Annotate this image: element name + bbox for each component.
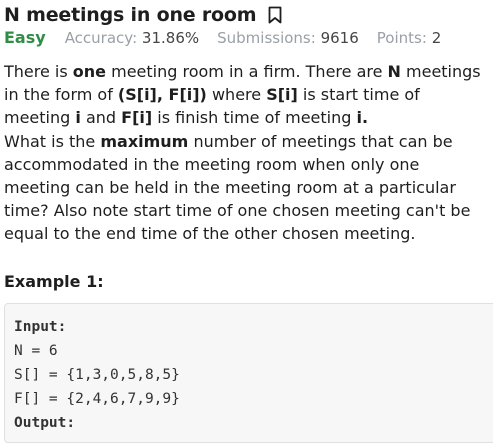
points-value: 2	[431, 29, 442, 47]
submissions-value: 9616	[320, 29, 359, 47]
problem-header: N meetings in one room Easy Accuracy: 31…	[4, 2, 490, 50]
text-bold: F[i]	[121, 108, 153, 128]
text-bold: (S[i], F[i])	[117, 85, 207, 105]
points-stat: Points: 2	[377, 29, 441, 47]
accuracy-value: 31.86%	[141, 29, 200, 47]
example-line: S[] = {1,3,0,5,8,5}	[14, 367, 180, 383]
accuracy-stat: Accuracy: 31.86%	[65, 29, 199, 47]
description-paragraph-2: What is the maximum number of meetings t…	[4, 130, 490, 246]
points-label: Points:	[376, 29, 427, 47]
example-code-block: Input: N = 6 S[] = {1,3,0,5,8,5} F[] = {2,4…	[4, 303, 493, 443]
text-bold: one	[72, 62, 107, 81]
text-bold: i.	[356, 108, 369, 128]
description-paragraph-1: There is one meeting room in a firm. The…	[4, 60, 490, 130]
example-title: Example 1:	[4, 272, 104, 291]
submissions-stat: Submissions: 9616	[217, 29, 359, 47]
input-label: Input:	[14, 319, 67, 335]
problem-description: There is one meeting room in a firm. The…	[4, 60, 490, 246]
problem-meta: Easy Accuracy: 31.86% Submissions: 9616 …	[4, 28, 490, 50]
example-line: N = 6	[14, 343, 58, 359]
submissions-label: Submissions:	[217, 29, 316, 47]
example-line: F[] = {2,4,6,7,9,9}	[14, 391, 180, 407]
output-label: Output:	[14, 415, 76, 431]
text-bold: S[i]	[266, 85, 298, 105]
text-run: where	[206, 85, 267, 105]
title-row: N meetings in one room	[4, 2, 490, 28]
bookmark-icon[interactable]	[268, 6, 282, 24]
text-bold: maximum	[100, 131, 189, 151]
text-run: meeting room in a firm. There are	[106, 62, 388, 81]
text-run: There is	[4, 62, 73, 81]
text-run: and	[80, 108, 122, 128]
text-run: What is the	[4, 131, 101, 151]
difficulty-badge: Easy	[4, 28, 46, 47]
accuracy-label: Accuracy:	[64, 29, 138, 47]
text-bold: N	[387, 62, 401, 81]
text-run: is finish time of meeting	[152, 108, 357, 128]
problem-title: N meetings in one room	[4, 4, 257, 26]
